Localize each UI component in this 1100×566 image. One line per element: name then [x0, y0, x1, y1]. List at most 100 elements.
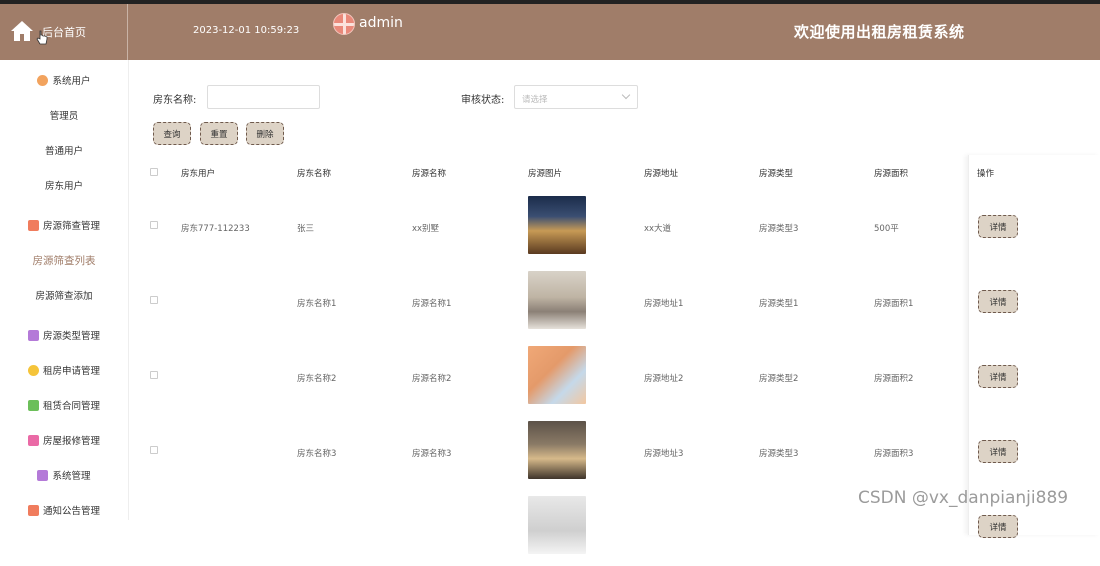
home-label: 后台首页 [42, 26, 86, 39]
sidebar-item-label: 房东用户 [44, 181, 83, 192]
status-select[interactable]: 请选择 [514, 85, 638, 109]
table-row: 房东777-112233 张三 xx别墅 xx大道 房源类型3 500平 [130, 191, 970, 266]
operations-column: 操作 详情 详情 详情 详情 详情 [968, 155, 1100, 538]
sidebar-item-label: 普通用户 [44, 146, 83, 157]
column-header: 房源面积 [874, 169, 909, 179]
cell-type: 房源类型1 [759, 299, 799, 309]
cell-address: 房源地址2 [644, 374, 684, 384]
cell-landlord-name: 房东名称1 [297, 299, 337, 309]
main-content: 房东名称: 审核状态: 请选择 查询 重置 删除 房东用户 房东名称 房源名称 房源图… [130, 60, 1100, 554]
box-icon [37, 469, 49, 481]
sidebar-item-label: 房源筛查列表 [32, 254, 96, 267]
cell-property-name: 房源名称3 [412, 449, 452, 459]
property-photo[interactable] [528, 496, 586, 554]
home-icon [11, 21, 33, 41]
avatar[interactable] [333, 13, 355, 35]
detail-button[interactable]: 详情 [978, 290, 1018, 313]
sidebar-item-3[interactable]: 房东用户 [0, 170, 128, 200]
sidebar-item-6[interactable]: 房源筛查添加 [0, 280, 128, 310]
row-checkbox[interactable] [150, 296, 158, 304]
table-row: 房东名称2 房源名称2 房源地址2 房源类型2 房源面积2 [130, 341, 970, 416]
cell-area: 500平 [874, 224, 899, 234]
cell-type: 房源类型2 [759, 374, 799, 384]
column-header: 房源图片 [528, 169, 563, 179]
row-checkbox[interactable] [150, 221, 158, 229]
cell-type: 房源类型3 [759, 449, 799, 459]
cell-landlord-user: 房东777-112233 [181, 224, 250, 234]
sidebar-item-0[interactable]: 系统用户 [0, 65, 128, 95]
table-row: 房东名称3 房源名称3 房源地址3 房源类型3 房源面积3 [130, 416, 970, 491]
cell-address: 房源地址3 [644, 449, 684, 459]
row-checkbox[interactable] [150, 446, 158, 454]
table-row: 房东名称1 房源名称1 房源地址1 房源类型1 房源面积1 [130, 266, 970, 341]
property-photo[interactable] [528, 421, 586, 479]
sidebar-item-label: 房屋报修管理 [42, 436, 100, 447]
sidebar-item-8[interactable]: 租房申请管理 [0, 355, 128, 385]
row-checkbox[interactable] [150, 371, 158, 379]
sidebar-item-10[interactable]: 房屋报修管理 [0, 425, 128, 455]
sidebar-item-label: 系统用户 [52, 76, 91, 87]
ops-header: 操作 [977, 169, 995, 179]
detail-button[interactable]: 详情 [978, 215, 1018, 238]
username[interactable]: admin [359, 15, 403, 31]
property-photo[interactable] [528, 271, 586, 329]
cell-area: 房源面积2 [874, 374, 914, 384]
chevron-down-icon [621, 90, 631, 100]
sidebar-item-12[interactable]: 通知公告管理 [0, 495, 128, 525]
detail-button[interactable]: 详情 [978, 515, 1018, 538]
sidebar-item-label: 房源筛查管理 [42, 221, 100, 232]
cell-address: 房源地址1 [644, 299, 684, 309]
hand-cursor-icon [36, 30, 48, 45]
sidebar-item-label: 租房申请管理 [42, 366, 100, 377]
cell-property-name: 房源名称2 [412, 374, 452, 384]
sidebar-item-label: 系统管理 [52, 471, 91, 482]
cell-landlord-name: 房东名称3 [297, 449, 337, 459]
grid-icon [27, 504, 39, 516]
column-header: 房东用户 [181, 169, 216, 179]
property-photo[interactable] [528, 346, 586, 404]
column-header: 房源名称 [412, 169, 447, 179]
select-all-checkbox[interactable] [150, 168, 158, 176]
cell-type: 房源类型3 [759, 224, 799, 234]
current-datetime: 2023-12-01 10:59:23 [193, 25, 300, 36]
column-header: 房源类型 [759, 169, 794, 179]
sidebar-item-2[interactable]: 普通用户 [0, 135, 128, 165]
sidebar-item-1[interactable]: 管理员 [0, 100, 128, 130]
gear-icon [37, 74, 49, 86]
cell-landlord-name: 房东名称2 [297, 374, 337, 384]
cell-property-name: xx别墅 [412, 224, 440, 234]
delete-button[interactable]: 删除 [246, 122, 284, 145]
cell-area: 房源面积3 [874, 449, 914, 459]
property-photo[interactable] [528, 196, 586, 254]
home-link[interactable]: 后台首页 [0, 4, 128, 60]
sidebar: 系统用户 管理员 普通用户 房东用户 房源筛查管理 房源筛查列表 房源筛查添加 房源类型管理租… [0, 60, 129, 520]
message-icon [27, 399, 39, 411]
sidebar-item-4[interactable]: 房源筛查管理 [0, 210, 128, 240]
doc-icon [27, 434, 39, 446]
landlord-name-input[interactable] [207, 85, 320, 109]
column-header: 房东名称 [297, 169, 332, 179]
status-placeholder: 请选择 [522, 95, 548, 105]
sidebar-item-5[interactable]: 房源筛查列表 [0, 245, 128, 275]
cell-address: xx大道 [644, 224, 672, 234]
sun-icon [27, 364, 39, 376]
sidebar-item-label: 房源类型管理 [42, 331, 100, 342]
landlord-name-label: 房东名称: [153, 95, 197, 106]
reset-button[interactable]: 重置 [200, 122, 238, 145]
sidebar-item-7[interactable]: 房源类型管理 [0, 320, 128, 350]
header-bar: 后台首页 2023-12-01 10:59:23 admin 欢迎使用出租房租赁… [0, 4, 1100, 60]
detail-button[interactable]: 详情 [978, 440, 1018, 463]
query-button[interactable]: 查询 [153, 122, 191, 145]
grid-icon [27, 219, 39, 231]
sidebar-item-label: 通知公告管理 [42, 506, 100, 517]
sidebar-item-label: 房源筛查添加 [35, 291, 93, 302]
sidebar-item-11[interactable]: 系统管理 [0, 460, 128, 490]
sidebar-item-9[interactable]: 租赁合同管理 [0, 390, 128, 420]
cell-area: 房源面积1 [874, 299, 914, 309]
detail-button[interactable]: 详情 [978, 365, 1018, 388]
table-row [130, 491, 970, 566]
watermark: CSDN @vx_danpianji889 [858, 488, 1069, 508]
column-header: 房源地址 [644, 169, 679, 179]
status-label: 审核状态: [461, 95, 505, 106]
cell-landlord-name: 张三 [297, 224, 315, 234]
